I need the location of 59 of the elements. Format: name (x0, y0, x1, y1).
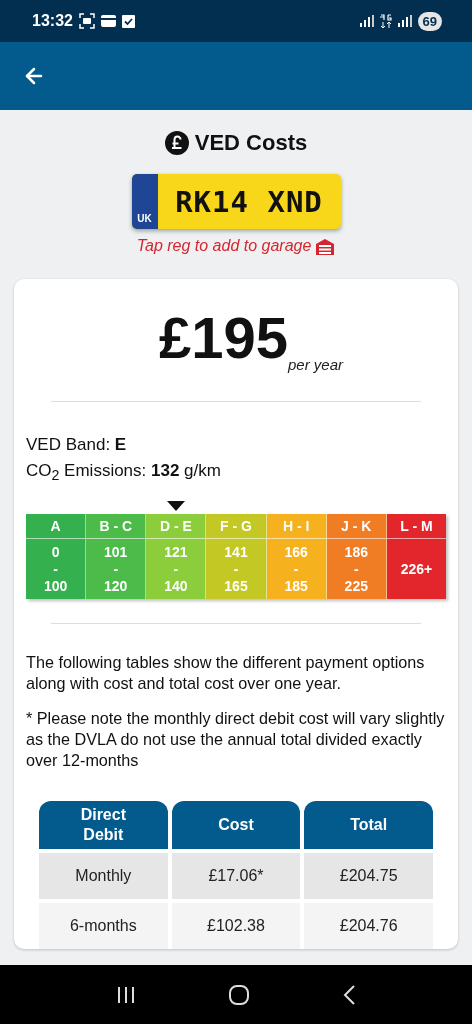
band-range: 141 (223, 543, 249, 561)
screenshot-icon (78, 13, 95, 29)
info-paragraph: * Please note the monthly direct debit cost will vary slightly as the DVLA do not use the annual total divided exactly over 12-months (26, 708, 446, 772)
signal-icon (397, 15, 412, 27)
table-cell: 6-months (39, 903, 168, 949)
signal-icon (359, 15, 374, 27)
band-range: - (112, 560, 120, 578)
price-period: per year (288, 356, 344, 373)
band-range: - (172, 560, 180, 578)
table-cell: £17.06* (171, 853, 301, 900)
band-label: L - M (386, 514, 446, 540)
band-range: 140 (163, 577, 189, 595)
band-range: 100 (42, 577, 69, 595)
price-amount: £195 (158, 309, 288, 367)
page-title: VED Costs (194, 130, 308, 156)
registration-plate[interactable]: UK RK14 XND (131, 174, 341, 229)
ved-band-label: VED Band: E (26, 435, 127, 454)
band-range: - (292, 560, 300, 578)
pound-icon (164, 131, 189, 155)
band-range: 165 (223, 577, 249, 595)
co2-emissions: CO$_{2}$ Emissions: 132 g/km (26, 461, 221, 480)
band-label: D - E (146, 514, 206, 540)
registration-number: RK14 XND (174, 184, 324, 219)
status-time: 13:32 (32, 12, 73, 30)
band-range: 121 (163, 543, 189, 561)
table-cell: £102.38 (171, 903, 301, 949)
band-range: 101 (103, 543, 129, 561)
back-icon[interactable] (342, 983, 356, 1006)
band-label: B - C (86, 514, 146, 540)
checkbox-icon (121, 14, 135, 28)
band-range: 185 (283, 577, 309, 595)
column-header: Cost (171, 801, 301, 850)
table-cell: £204.76 (304, 903, 433, 949)
band-range: - (352, 560, 360, 578)
country-code: UK (137, 213, 152, 224)
band-range: - (52, 560, 59, 578)
info-paragraph: The following tables show the different payment options along with cost and total cost over one year. (26, 652, 426, 695)
home-icon[interactable] (228, 983, 250, 1006)
band-range: 186 (343, 543, 369, 561)
band-label: J - K (326, 514, 386, 540)
band-range: 120 (103, 577, 129, 595)
band-range: - (232, 560, 240, 578)
add-to-garage-link[interactable]: Tap reg to add to garage (136, 237, 336, 255)
band-range: 226+ (399, 560, 434, 578)
table-cell: Monthly (39, 853, 168, 900)
band-label: F - G (206, 514, 266, 540)
band-range: 225 (343, 577, 369, 595)
column-header: Total (304, 801, 433, 850)
recent-apps-icon[interactable] (116, 985, 136, 1004)
card-icon (100, 15, 116, 27)
table-cell: £204.75 (304, 853, 433, 900)
column-header: Direct Debit (39, 801, 168, 850)
band-label: H - I (266, 514, 326, 540)
band-range: 0 (50, 543, 61, 561)
band-range: 166 (283, 543, 309, 561)
band-label: A (26, 514, 86, 540)
battery-level: 69 (417, 11, 442, 31)
network-4g-icon (379, 13, 392, 29)
garage-icon (315, 237, 336, 255)
